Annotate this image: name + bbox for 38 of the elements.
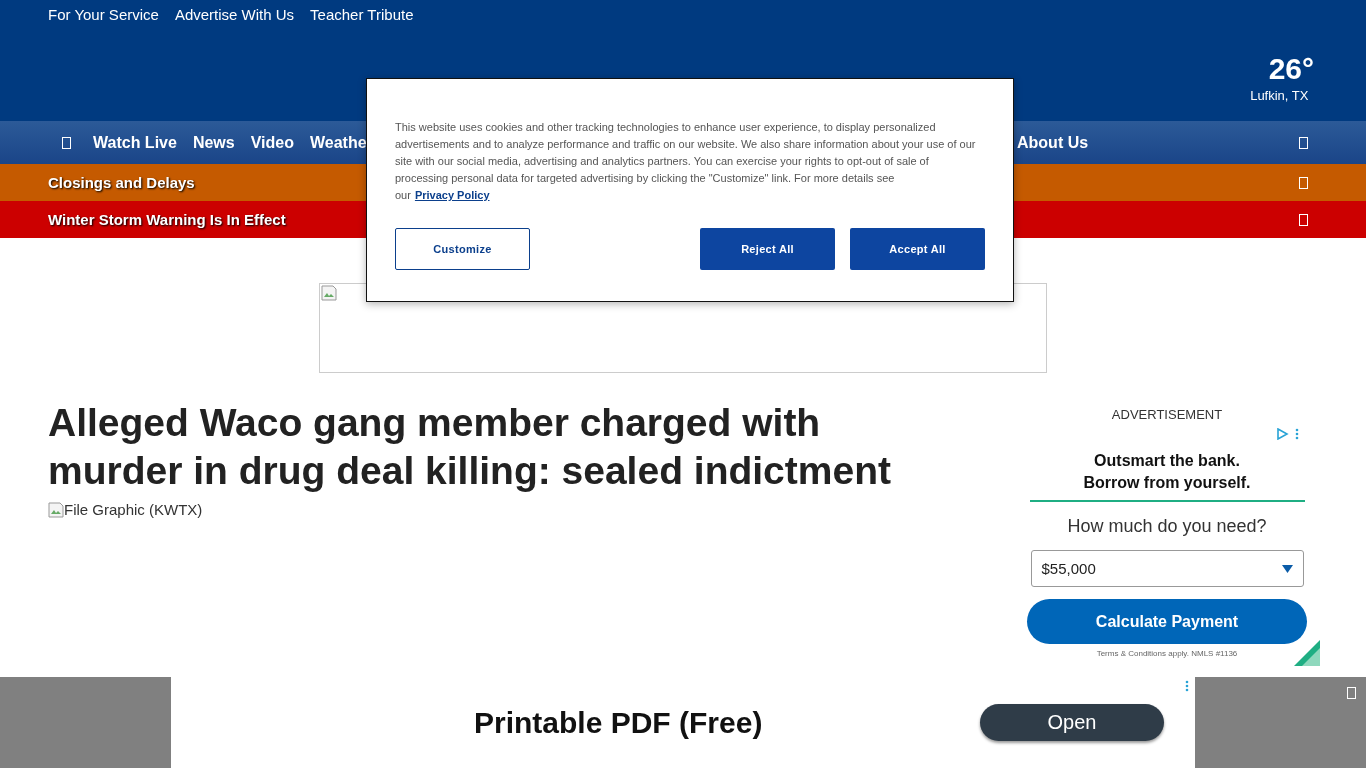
top-link[interactable]: Teacher Tribute [310, 6, 414, 23]
square-icon[interactable] [1299, 136, 1308, 149]
open-button[interactable]: Open [980, 704, 1164, 741]
calculate-payment-button[interactable]: Calculate Payment [1027, 599, 1307, 644]
nav-link[interactable]: News [192, 133, 235, 152]
more-options-icon[interactable] [1185, 680, 1189, 692]
image-alt-text: File Graphic (KWTX) [64, 501, 203, 518]
article-headline: Alleged Waco gang member charged with murder in drug deal killing: sealed indictment [48, 400, 892, 494]
top-link[interactable]: For Your Service [48, 6, 159, 23]
square-icon[interactable] [1299, 213, 1308, 226]
ad-question: How much do you need? [1067, 516, 1267, 537]
cookie-button[interactable]: Accept All [850, 228, 985, 270]
broken-image-icon [321, 285, 337, 301]
ad-headline: Borrow from yourself. [1083, 473, 1251, 493]
top-link[interactable]: Advertise With Us [174, 6, 295, 23]
corner-fold-icon [1294, 640, 1320, 666]
nav-link[interactable]: About Us [1017, 133, 1089, 152]
nav-link[interactable]: Weathe [309, 133, 367, 152]
square-icon[interactable] [1299, 176, 1308, 189]
ad-headline: Outsmart the bank. [1094, 451, 1240, 471]
ad-label: ADVERTISEMENT [1111, 407, 1223, 422]
temperature: 26° [1268, 52, 1314, 86]
alert-text: Winter Storm Warning Is In Effect [48, 211, 286, 228]
ad-choices-icon[interactable] [1276, 428, 1300, 440]
alert-text: Closings and Delays [48, 174, 195, 191]
cookie-button[interactable]: Customize [395, 228, 530, 270]
location: Lufkin, TX [1250, 88, 1309, 103]
cookie-button[interactable]: Reject All [700, 228, 835, 270]
nav-link[interactable]: Video [250, 133, 294, 152]
ad-title: Printable PDF (Free) [474, 705, 763, 740]
nav-link[interactable]: Watch Live [93, 133, 177, 152]
square-icon[interactable] [62, 136, 71, 149]
dropdown-arrow-icon [1281, 564, 1293, 573]
terms-text: Terms & Conditions apply. NMLS #1136 [1096, 649, 1238, 658]
broken-image-icon [48, 501, 64, 518]
close-icon[interactable] [1347, 687, 1356, 699]
amount-dropdown[interactable]: $55,000 [1030, 550, 1304, 587]
privacy-policy-link[interactable]: Privacy Policy [414, 189, 490, 201]
